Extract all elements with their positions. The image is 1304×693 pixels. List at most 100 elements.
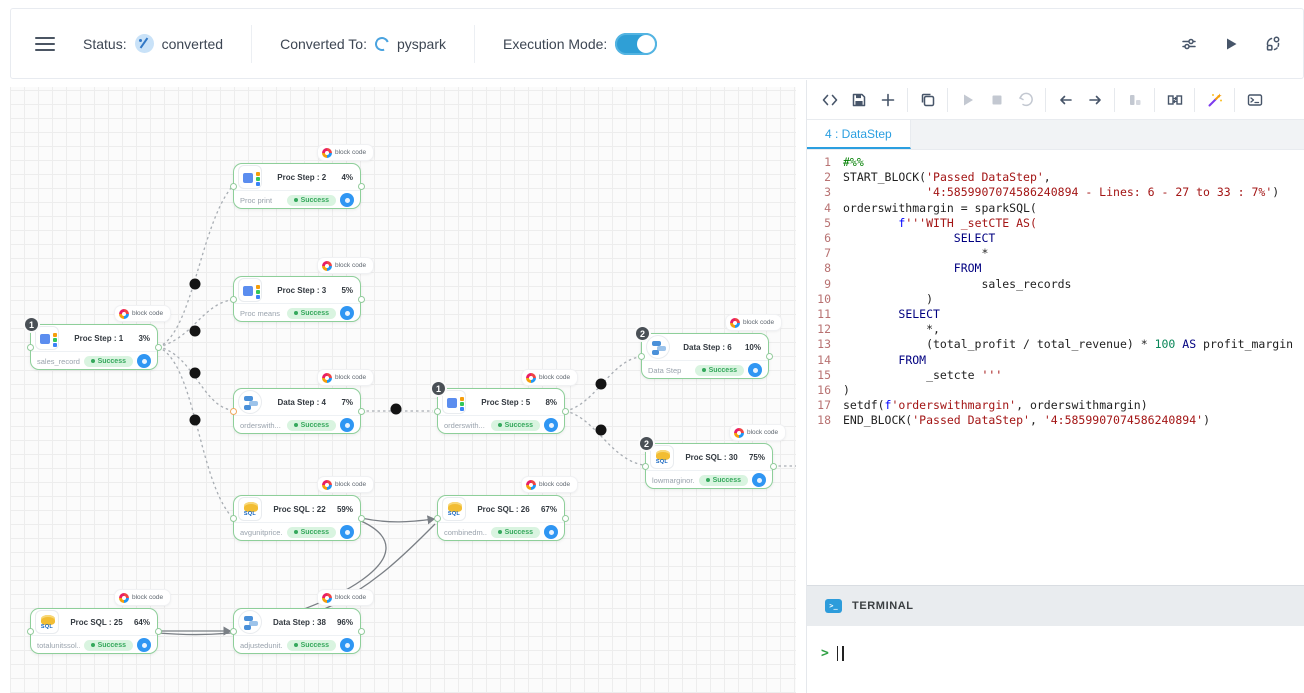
node-action-button[interactable] bbox=[340, 306, 354, 320]
arrow-right-icon[interactable] bbox=[1080, 85, 1109, 114]
code-icon[interactable] bbox=[815, 85, 844, 114]
input-port[interactable] bbox=[434, 515, 441, 522]
input-port[interactable] bbox=[27, 628, 34, 635]
wand-icon[interactable] bbox=[1200, 85, 1229, 114]
input-port[interactable] bbox=[27, 344, 34, 351]
arrow-left-icon[interactable] bbox=[1051, 85, 1080, 114]
terminal-icon[interactable] bbox=[1240, 85, 1269, 114]
block-code-badge[interactable]: block code bbox=[725, 314, 782, 331]
block-code-badge[interactable]: block code bbox=[317, 144, 374, 161]
input-port[interactable] bbox=[434, 408, 441, 415]
block-code-badge[interactable]: block code bbox=[521, 369, 578, 386]
code-line[interactable]: 4orderswithmargin = sparkSQL( bbox=[807, 201, 1304, 216]
collapsed-edge-dot[interactable] bbox=[391, 404, 402, 415]
node-proc-step-2[interactable]: Proc Step : 24%Proc printSuccess bbox=[233, 163, 361, 209]
node-proc-sql-25[interactable]: SQLProc SQL : 2564%totalunitssol...Succe… bbox=[30, 608, 158, 654]
terminal-body[interactable]: > bbox=[807, 626, 1304, 661]
block-code-badge[interactable]: block code bbox=[317, 369, 374, 386]
output-port[interactable] bbox=[562, 408, 569, 415]
code-line[interactable]: 5 f'''WITH _setCTE AS( bbox=[807, 216, 1304, 231]
output-port[interactable] bbox=[770, 463, 777, 470]
collapsed-edge-dot[interactable] bbox=[190, 279, 201, 290]
code-line-content: SELECT bbox=[843, 231, 995, 246]
input-port[interactable] bbox=[230, 515, 237, 522]
code-line[interactable]: 1#%% bbox=[807, 155, 1304, 170]
input-port[interactable] bbox=[230, 628, 237, 635]
save-icon[interactable] bbox=[844, 85, 873, 114]
code-line[interactable]: 8 FROM bbox=[807, 261, 1304, 276]
node-data-step-38[interactable]: Data Step : 3896%adjustedunit...Success bbox=[233, 608, 361, 654]
execution-mode-toggle[interactable] bbox=[615, 33, 657, 55]
code-line[interactable]: 17setdf(f'orderswithmargin', orderswithm… bbox=[807, 398, 1304, 413]
output-port[interactable] bbox=[358, 296, 365, 303]
output-port[interactable] bbox=[358, 628, 365, 635]
output-port[interactable] bbox=[766, 353, 773, 360]
node-data-step-6[interactable]: Data Step : 610%Data StepSuccess2 bbox=[641, 333, 769, 379]
node-proc-step-1[interactable]: Proc Step : 13%sales_recordsSuccess1 bbox=[30, 324, 158, 370]
code-line[interactable]: 2START_BLOCK('Passed DataStep', bbox=[807, 170, 1304, 185]
output-port[interactable] bbox=[358, 408, 365, 415]
node-action-button[interactable] bbox=[544, 525, 558, 539]
code-line[interactable]: 9 sales_records bbox=[807, 277, 1304, 292]
collapsed-edge-dot[interactable] bbox=[596, 379, 607, 390]
code-editor[interactable]: 1#%%2START_BLOCK('Passed DataStep',3 '4:… bbox=[807, 150, 1304, 505]
block-code-badge[interactable]: block code bbox=[317, 476, 374, 493]
node-action-button[interactable] bbox=[752, 473, 766, 487]
node-proc-sql-26[interactable]: SQLProc SQL : 2667%combinedm...Success bbox=[437, 495, 565, 541]
code-line[interactable]: 14 FROM bbox=[807, 353, 1304, 368]
compare-icon[interactable] bbox=[1160, 85, 1189, 114]
code-line[interactable]: 13 (total_profit / total_revenue) * 100 … bbox=[807, 337, 1304, 352]
block-code-badge[interactable]: block code bbox=[114, 589, 171, 606]
node-proc-step-3[interactable]: Proc Step : 35%Proc meansSuccess bbox=[233, 276, 361, 322]
plus-icon[interactable] bbox=[873, 85, 902, 114]
tab-datastep[interactable]: 4 : DataStep bbox=[807, 120, 911, 149]
code-line[interactable]: 10 ) bbox=[807, 292, 1304, 307]
output-port[interactable] bbox=[562, 515, 569, 522]
node-proc-step-5[interactable]: Proc Step : 58%orderswith...Success1 bbox=[437, 388, 565, 434]
collapsed-edge-dot[interactable] bbox=[190, 326, 201, 337]
workflow-canvas[interactable]: block code Proc Step : 13%sales_recordsSu… bbox=[10, 87, 796, 693]
block-code-badge[interactable]: block code bbox=[317, 257, 374, 274]
node-proc-sql-30[interactable]: SQLProc SQL : 3075%lowmarginor...Success… bbox=[645, 443, 773, 489]
code-line[interactable]: 7 * bbox=[807, 246, 1304, 261]
input-port[interactable] bbox=[230, 183, 237, 190]
node-action-button[interactable] bbox=[340, 418, 354, 432]
node-data-step-4[interactable]: Data Step : 47%orderswith...Success bbox=[233, 388, 361, 434]
collapsed-edge-dot[interactable] bbox=[596, 425, 607, 436]
node-action-button[interactable] bbox=[544, 418, 558, 432]
code-line[interactable]: 18END_BLOCK('Passed DataStep', '4:585990… bbox=[807, 413, 1304, 428]
code-line[interactable]: 6 SELECT bbox=[807, 231, 1304, 246]
node-action-button[interactable] bbox=[340, 638, 354, 652]
node-action-button[interactable] bbox=[137, 638, 151, 652]
code-line[interactable]: 12 *, bbox=[807, 322, 1304, 337]
code-line[interactable]: 3 '4:5859907074586240894 - Lines: 6 - 27… bbox=[807, 185, 1304, 200]
hamburger-icon[interactable] bbox=[35, 37, 55, 51]
regroup-icon[interactable] bbox=[1257, 28, 1289, 60]
node-action-button[interactable] bbox=[340, 193, 354, 207]
output-port[interactable] bbox=[155, 344, 162, 351]
input-port[interactable] bbox=[642, 463, 649, 470]
node-action-button[interactable] bbox=[748, 363, 762, 377]
collapsed-edge-dot[interactable] bbox=[190, 368, 201, 379]
node-proc-sql-22[interactable]: SQLProc SQL : 2259%avgunitprice...Succes… bbox=[233, 495, 361, 541]
input-port[interactable] bbox=[230, 408, 237, 415]
run-all-icon[interactable] bbox=[1215, 28, 1247, 60]
code-line[interactable]: 16) bbox=[807, 383, 1304, 398]
output-port[interactable] bbox=[155, 628, 162, 635]
node-action-button[interactable] bbox=[137, 354, 151, 368]
block-code-badge[interactable]: block code bbox=[729, 424, 786, 441]
copy-icon[interactable] bbox=[913, 85, 942, 114]
block-code-badge[interactable]: block code bbox=[114, 305, 171, 322]
block-code-badge[interactable]: block code bbox=[317, 589, 374, 606]
input-port[interactable] bbox=[638, 353, 645, 360]
block-code-badge[interactable]: block code bbox=[521, 476, 578, 493]
collapsed-edge-dot[interactable] bbox=[190, 415, 201, 426]
node-action-button[interactable] bbox=[340, 525, 354, 539]
input-port[interactable] bbox=[230, 296, 237, 303]
settings-sliders-icon[interactable] bbox=[1173, 28, 1205, 60]
terminal-header[interactable]: >_ TERMINAL bbox=[807, 586, 1304, 626]
output-port[interactable] bbox=[358, 183, 365, 190]
output-port[interactable] bbox=[358, 515, 365, 522]
code-line[interactable]: 15 _setcte ''' bbox=[807, 368, 1304, 383]
code-line[interactable]: 11 SELECT bbox=[807, 307, 1304, 322]
